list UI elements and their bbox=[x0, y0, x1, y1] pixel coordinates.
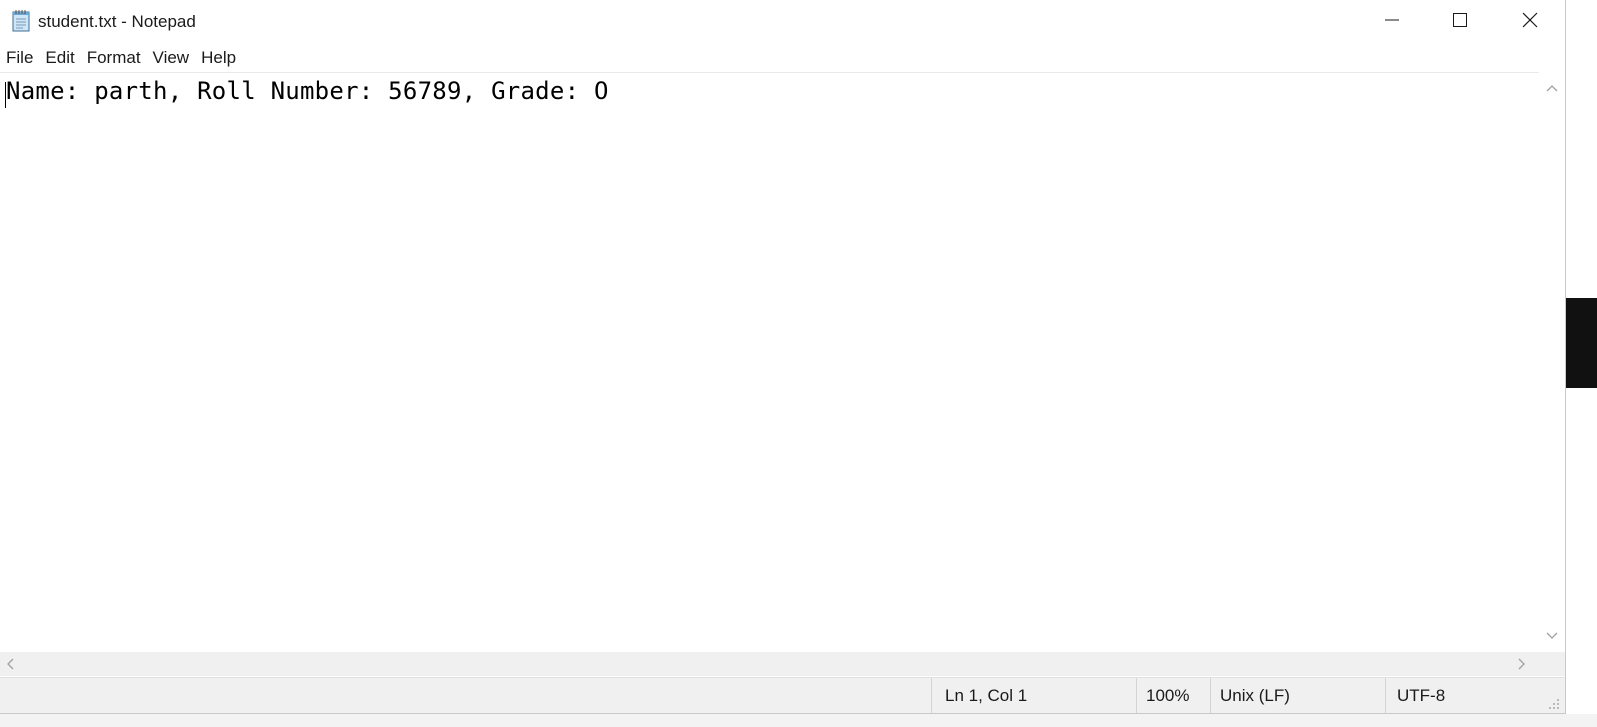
maximize-button[interactable] bbox=[1426, 0, 1494, 44]
minimize-icon bbox=[1384, 12, 1400, 33]
resize-grip-icon[interactable] bbox=[1548, 697, 1560, 713]
vertical-scrollbar[interactable] bbox=[1539, 72, 1565, 652]
status-line-ending: Unix (LF) bbox=[1210, 678, 1385, 713]
scroll-right-icon[interactable] bbox=[1517, 657, 1527, 676]
maximize-icon bbox=[1452, 12, 1468, 33]
notepad-icon bbox=[10, 9, 32, 33]
status-encoding: UTF-8 bbox=[1385, 678, 1565, 713]
scroll-left-icon[interactable] bbox=[5, 657, 15, 676]
menu-bar: File Edit Format View Help bbox=[0, 44, 1565, 71]
notepad-window: student.txt - Notepad File Edit Format V… bbox=[0, 0, 1566, 714]
status-cursor-position: Ln 1, Col 1 bbox=[931, 678, 1136, 713]
status-bar: Ln 1, Col 1 100% Unix (LF) UTF-8 bbox=[0, 677, 1565, 713]
scroll-up-icon[interactable] bbox=[1545, 80, 1559, 98]
scroll-down-icon[interactable] bbox=[1545, 628, 1559, 646]
background-window-dark-region bbox=[1566, 298, 1597, 388]
horizontal-scrollbar[interactable] bbox=[0, 652, 1539, 676]
scrollbar-corner bbox=[1539, 652, 1565, 676]
minimize-button[interactable] bbox=[1358, 0, 1426, 44]
menu-format[interactable]: Format bbox=[81, 46, 147, 70]
menu-help[interactable]: Help bbox=[195, 46, 242, 70]
menu-edit[interactable]: Edit bbox=[39, 46, 80, 70]
menu-file[interactable]: File bbox=[0, 46, 39, 70]
text-caret bbox=[5, 82, 6, 108]
close-button[interactable] bbox=[1496, 0, 1564, 44]
title-bar[interactable]: student.txt - Notepad bbox=[0, 0, 1565, 44]
window-title: student.txt - Notepad bbox=[38, 12, 196, 31]
editor-content[interactable]: Name: parth, Roll Number: 56789, Grade: … bbox=[6, 77, 609, 105]
menu-view[interactable]: View bbox=[147, 46, 196, 70]
close-icon bbox=[1522, 12, 1538, 33]
background-desktop bbox=[0, 714, 1597, 727]
text-editor[interactable]: Name: parth, Roll Number: 56789, Grade: … bbox=[0, 72, 1539, 653]
status-zoom: 100% bbox=[1136, 678, 1210, 713]
